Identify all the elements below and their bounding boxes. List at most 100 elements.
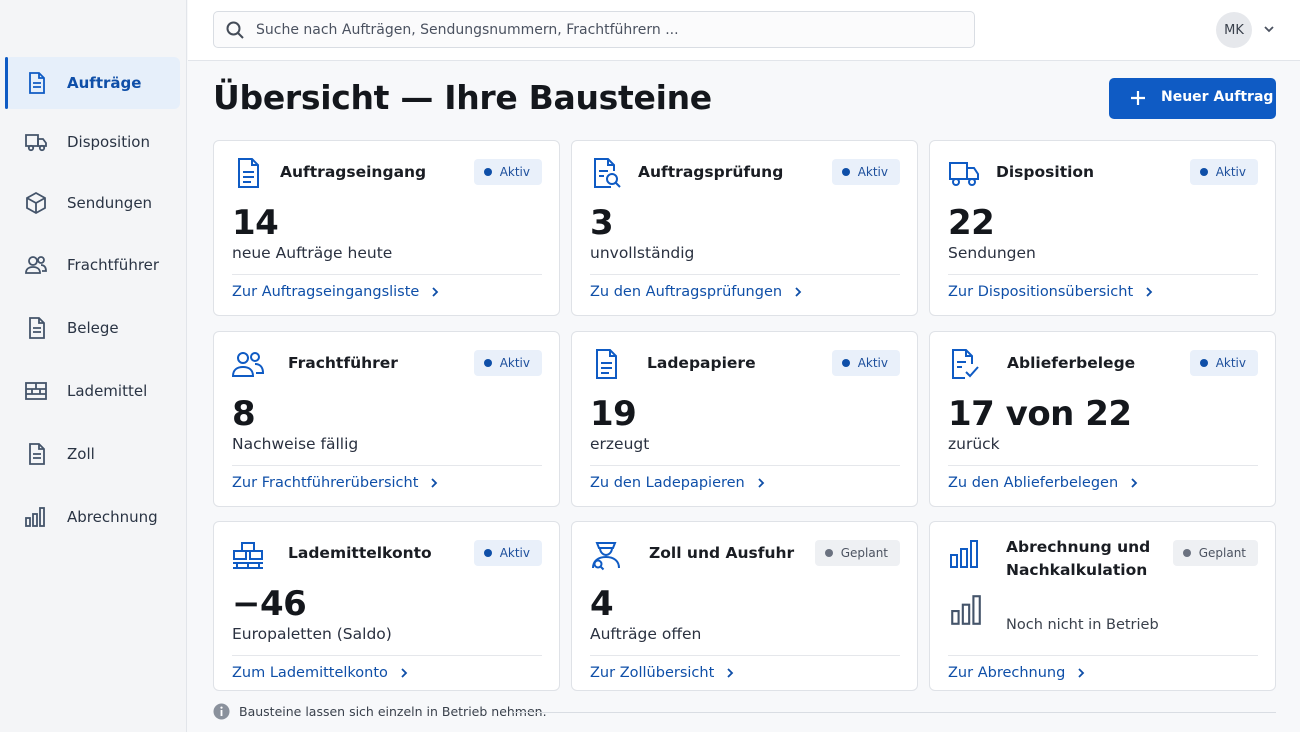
truck-icon bbox=[25, 134, 47, 152]
card-title: Ladepapiere bbox=[647, 354, 756, 372]
card-title: Auftragsprüfung bbox=[638, 163, 784, 181]
divider bbox=[590, 274, 900, 275]
sidebar-item-belege[interactable]: Belege bbox=[5, 302, 180, 354]
divider bbox=[232, 274, 542, 275]
info-icon bbox=[213, 703, 230, 720]
card-link-label: Zur Dispositionsübersicht bbox=[948, 284, 1134, 300]
card-link-label: Zum Lademittelkonto bbox=[232, 665, 388, 681]
chevron-right-icon bbox=[727, 668, 734, 678]
card-title: Auftragseingang bbox=[280, 163, 427, 181]
card-link[interactable]: Zur Abrechnung bbox=[948, 665, 1087, 681]
card-link-label: Zur Frachtführerübersicht bbox=[232, 475, 419, 491]
card-link-label: Zu den Ablieferbelegen bbox=[948, 475, 1119, 491]
card-link[interactable]: Zu den Ladepapieren bbox=[590, 475, 767, 491]
chevron-down-icon[interactable] bbox=[1262, 22, 1276, 36]
sidebar-item-auftraege[interactable]: Aufträge bbox=[5, 57, 180, 109]
card-link-label: Zur Abrechnung bbox=[948, 665, 1066, 681]
new-order-button[interactable]: Neuer Auftrag bbox=[1109, 78, 1276, 119]
new-order-label: Neuer Auftrag bbox=[1161, 89, 1274, 105]
avatar[interactable]: MK bbox=[1216, 12, 1252, 48]
sidebar-item-abrechnung[interactable]: Abrechnung bbox=[5, 491, 180, 543]
card-subtitle: neue Aufträge heute bbox=[232, 244, 393, 262]
card-subtitle: Sendungen bbox=[948, 244, 1036, 262]
truck-icon bbox=[949, 162, 979, 186]
plus-icon bbox=[1131, 91, 1145, 105]
card-value: 4 bbox=[590, 584, 614, 624]
card-link[interactable]: Zur Dispositionsübersicht bbox=[948, 284, 1155, 300]
status-badge: Aktiv bbox=[1189, 159, 1258, 185]
sidebar-item-frachtfuehrer[interactable]: Frachtführer bbox=[5, 239, 180, 291]
card-subtitle: unvollständig bbox=[590, 244, 695, 262]
card-value: 8 bbox=[232, 394, 256, 434]
card-link[interactable]: Zur Auftragseingangsliste bbox=[232, 284, 441, 300]
card-value: 14 bbox=[232, 203, 279, 243]
divider bbox=[232, 655, 542, 656]
card-subtitle: zurück bbox=[948, 435, 1000, 453]
card-link[interactable]: Zu den Ablieferbelegen bbox=[948, 475, 1140, 491]
card-title: Frachtführer bbox=[288, 354, 398, 372]
card-link[interactable]: Zum Lademittelkonto bbox=[232, 665, 410, 681]
sidebar-item-label: Aufträge bbox=[67, 74, 142, 92]
chevron-right-icon bbox=[758, 478, 765, 488]
document-icon bbox=[29, 72, 45, 94]
footer-note: Bausteine lassen sich einzeln in Betrieb… bbox=[213, 702, 1276, 722]
chevron-right-icon bbox=[431, 478, 438, 488]
sidebar: Aufträge Disposition Sendungen Frachtfüh… bbox=[0, 0, 187, 732]
placeholder-text: Noch nicht in Betrieb bbox=[1006, 617, 1159, 633]
status-badge: Aktiv bbox=[473, 159, 542, 185]
divider bbox=[590, 465, 900, 466]
card-title: Lademittelkonto bbox=[288, 544, 432, 562]
pallet-stack-icon bbox=[233, 542, 263, 569]
card-title: Abrechnung und Nachkalkulation bbox=[1006, 538, 1151, 579]
document-icon bbox=[29, 443, 45, 465]
module-card-zoll: Zoll und Ausfuhr Geplant 4 Aufträge offe… bbox=[571, 521, 918, 691]
card-value: 17 von 22 bbox=[948, 394, 1132, 434]
card-value: −46 bbox=[232, 584, 307, 624]
footer-text: Bausteine lassen sich einzeln in Betrieb… bbox=[239, 704, 547, 719]
card-title: Ablieferbelege bbox=[1007, 354, 1136, 372]
card-value: 22 bbox=[948, 203, 995, 243]
chevron-right-icon bbox=[1078, 668, 1085, 678]
sidebar-item-label: Frachtführer bbox=[67, 256, 160, 274]
sidebar-item-zoll[interactable]: Zoll bbox=[5, 428, 180, 480]
search-icon bbox=[226, 21, 244, 39]
users-icon bbox=[25, 256, 47, 274]
sidebar-item-label: Disposition bbox=[67, 133, 150, 151]
sidebar-item-lademittel[interactable]: Lademittel bbox=[5, 365, 180, 417]
card-link-label: Zur Auftragseingangsliste bbox=[232, 284, 420, 300]
card-link[interactable]: Zu den Auftragsprüfungen bbox=[590, 284, 804, 300]
divider bbox=[948, 465, 1258, 466]
chevron-right-icon bbox=[432, 287, 439, 297]
module-card-abrechnung: Abrechnung und Nachkalkulation Geplant N… bbox=[929, 521, 1276, 691]
users-icon bbox=[231, 352, 265, 377]
search-input[interactable] bbox=[256, 12, 956, 47]
chevron-right-icon bbox=[1131, 478, 1138, 488]
sidebar-item-label: Zoll bbox=[67, 445, 95, 463]
bar-chart-icon bbox=[25, 507, 45, 527]
status-badge: Geplant bbox=[1172, 540, 1258, 566]
sidebar-item-label: Lademittel bbox=[67, 382, 148, 400]
chevron-right-icon bbox=[401, 668, 408, 678]
document-search-icon bbox=[594, 158, 621, 188]
card-subtitle: Nachweise fällig bbox=[232, 435, 359, 453]
card-value: 19 bbox=[590, 394, 637, 434]
card-link[interactable]: Zur Zollübersicht bbox=[590, 665, 736, 681]
sidebar-item-disposition[interactable]: Disposition bbox=[5, 116, 180, 168]
chevron-right-icon bbox=[1146, 287, 1153, 297]
divider bbox=[513, 712, 1276, 713]
document-icon bbox=[29, 317, 45, 339]
card-title: Disposition bbox=[996, 163, 1095, 181]
document-check-icon bbox=[952, 349, 979, 379]
divider bbox=[590, 655, 900, 656]
page-title: Übersicht — Ihre Bausteine bbox=[213, 78, 712, 117]
divider bbox=[948, 274, 1258, 275]
search-box[interactable] bbox=[213, 11, 975, 48]
sidebar-item-label: Abrechnung bbox=[67, 508, 158, 526]
customs-officer-icon bbox=[592, 542, 620, 571]
status-badge: Aktiv bbox=[831, 350, 900, 376]
sidebar-item-sendungen[interactable]: Sendungen bbox=[5, 177, 180, 229]
sidebar-item-label: Belege bbox=[67, 319, 119, 337]
card-subtitle: Europaletten (Saldo) bbox=[232, 625, 392, 643]
card-link[interactable]: Zur Frachtführerübersicht bbox=[232, 475, 440, 491]
topbar: MK bbox=[188, 0, 1300, 61]
